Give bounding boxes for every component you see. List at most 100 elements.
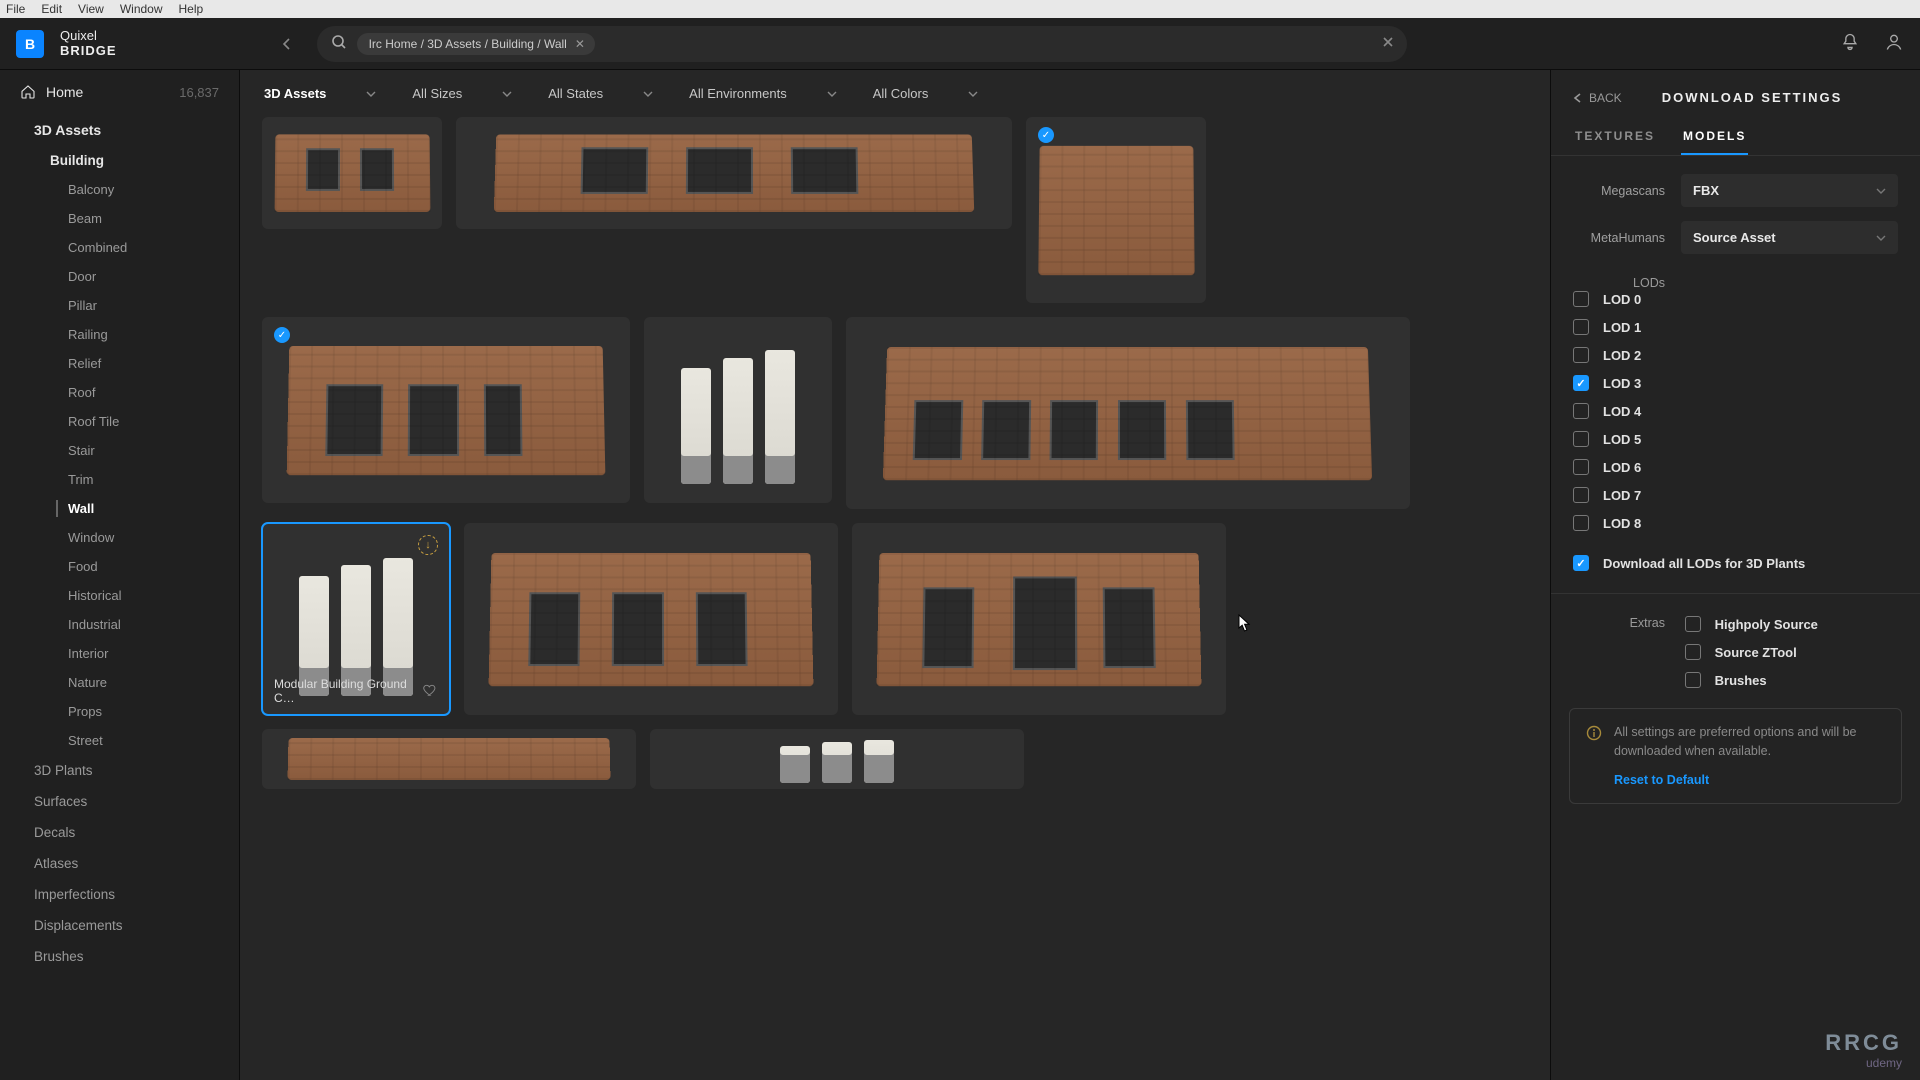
asset-card[interactable] <box>846 317 1410 509</box>
checkbox-icon <box>1685 644 1701 660</box>
lod-checkbox-lod3[interactable]: ✓LOD 3 <box>1573 375 1805 391</box>
lod-checkbox-lod7[interactable]: LOD 7 <box>1573 487 1805 503</box>
tree-item-interior[interactable]: Interior <box>0 639 239 668</box>
extra-checkbox-brushes[interactable]: Brushes <box>1685 672 1818 688</box>
lod-checkbox-lod1[interactable]: LOD 1 <box>1573 319 1805 335</box>
filter-0[interactable]: 3D Assets <box>260 80 380 107</box>
app-logo-icon: B <box>16 30 44 58</box>
tree-root-atlases[interactable]: Atlases <box>0 848 239 879</box>
chip-remove-icon[interactable]: ✕ <box>575 37 585 51</box>
tree-3d-assets[interactable]: 3D Assets <box>0 114 239 146</box>
lod-label: LOD 1 <box>1603 320 1641 335</box>
asset-card[interactable] <box>650 729 1024 789</box>
filter-2[interactable]: All States <box>544 80 657 107</box>
tree-item-nature[interactable]: Nature <box>0 668 239 697</box>
tree-root-3d-plants[interactable]: 3D Plants <box>0 755 239 786</box>
tree-item-trim[interactable]: Trim <box>0 465 239 494</box>
metahumans-label: MetaHumans <box>1573 231 1665 245</box>
tree-root-brushes[interactable]: Brushes <box>0 941 239 972</box>
lod-checkbox-lod4[interactable]: LOD 4 <box>1573 403 1805 419</box>
tree-item-historical[interactable]: Historical <box>0 581 239 610</box>
extra-checkbox-highpoly-source[interactable]: Highpoly Source <box>1685 616 1818 632</box>
tree-item-railing[interactable]: Railing <box>0 320 239 349</box>
tree-item-roof-tile[interactable]: Roof Tile <box>0 407 239 436</box>
tree-item-beam[interactable]: Beam <box>0 204 239 233</box>
extra-checkbox-source-ztool[interactable]: Source ZTool <box>1685 644 1818 660</box>
sidebar-home[interactable]: Home 16,837 <box>0 70 239 114</box>
category-tree: 3D Assets Building BalconyBeamCombinedDo… <box>0 114 239 992</box>
asset-card[interactable] <box>456 117 1012 229</box>
menu-edit[interactable]: Edit <box>41 2 62 16</box>
reset-default-link[interactable]: Reset to Default <box>1614 771 1885 790</box>
tree-item-door[interactable]: Door <box>0 262 239 291</box>
menu-file[interactable]: File <box>6 2 25 16</box>
breadcrumb-chip-label: Irc Home / 3D Assets / Building / Wall <box>369 37 567 51</box>
asset-card[interactable]: ✓ <box>1026 117 1206 303</box>
notifications-button[interactable] <box>1840 32 1860 55</box>
tree-item-combined[interactable]: Combined <box>0 233 239 262</box>
menu-view[interactable]: View <box>78 2 104 16</box>
menu-window[interactable]: Window <box>120 2 163 16</box>
asset-card[interactable] <box>262 117 442 229</box>
chevron-down-icon <box>968 89 978 99</box>
tab-textures[interactable]: TEXTURES <box>1573 121 1657 155</box>
checkbox-icon: ✓ <box>1573 555 1589 571</box>
asset-card[interactable] <box>262 729 636 789</box>
tree-item-food[interactable]: Food <box>0 552 239 581</box>
search-bar[interactable]: Irc Home / 3D Assets / Building / Wall ✕ <box>317 26 1407 62</box>
lod-label: LOD 8 <box>1603 516 1641 531</box>
asset-card[interactable] <box>644 317 832 503</box>
asset-card-label: Modular Building Ground C… <box>274 677 422 705</box>
chevron-down-icon <box>827 89 837 99</box>
tree-root-surfaces[interactable]: Surfaces <box>0 786 239 817</box>
back-button[interactable]: BACK <box>1573 91 1622 105</box>
tree-item-relief[interactable]: Relief <box>0 349 239 378</box>
menu-help[interactable]: Help <box>179 2 204 16</box>
checkbox-icon <box>1573 403 1589 419</box>
tree-item-street[interactable]: Street <box>0 726 239 755</box>
filter-4[interactable]: All Colors <box>869 80 983 107</box>
user-icon <box>1884 32 1904 52</box>
tree-item-balcony[interactable]: Balcony <box>0 175 239 204</box>
lod-checkbox-lod0[interactable]: LOD 0 <box>1573 291 1805 307</box>
asset-card[interactable] <box>464 523 838 715</box>
download-all-lods-checkbox[interactable]: ✓Download all LODs for 3D Plants <box>1573 555 1805 571</box>
account-button[interactable] <box>1884 32 1904 55</box>
tree-item-stair[interactable]: Stair <box>0 436 239 465</box>
tree-item-pillar[interactable]: Pillar <box>0 291 239 320</box>
asset-grid[interactable]: ✓ ✓ ↓ Modular Building Ground C… <box>240 117 1550 1080</box>
filter-3[interactable]: All Environments <box>685 80 841 107</box>
clear-search-button[interactable] <box>1377 31 1399 56</box>
collapse-sidebar-button[interactable] <box>273 30 301 58</box>
extra-label: Source ZTool <box>1715 645 1797 660</box>
checkbox-icon <box>1573 515 1589 531</box>
asset-card[interactable]: ✓ <box>262 317 630 503</box>
lod-checkbox-lod2[interactable]: LOD 2 <box>1573 347 1805 363</box>
tree-root-decals[interactable]: Decals <box>0 817 239 848</box>
tree-item-window[interactable]: Window <box>0 523 239 552</box>
tree-building[interactable]: Building <box>0 146 239 175</box>
chevron-down-icon <box>643 89 653 99</box>
tree-item-props[interactable]: Props <box>0 697 239 726</box>
tree-root-displacements[interactable]: Displacements <box>0 910 239 941</box>
owned-badge-icon: ✓ <box>1038 127 1054 143</box>
lod-checkbox-lod8[interactable]: LOD 8 <box>1573 515 1805 531</box>
tree-item-wall[interactable]: Wall <box>0 494 239 523</box>
asset-card[interactable] <box>852 523 1226 715</box>
filter-1[interactable]: All Sizes <box>408 80 516 107</box>
tab-models[interactable]: MODELS <box>1681 121 1748 155</box>
chevron-down-icon <box>1876 233 1886 243</box>
metahumans-select[interactable]: Source Asset <box>1681 221 1898 254</box>
tree-item-industrial[interactable]: Industrial <box>0 610 239 639</box>
tree-item-roof[interactable]: Roof <box>0 378 239 407</box>
filter-bar: 3D Assets All Sizes All States All Environm… <box>240 70 1550 117</box>
lod-checkbox-lod5[interactable]: LOD 5 <box>1573 431 1805 447</box>
favorite-button[interactable] <box>422 682 438 701</box>
tree-root-imperfections[interactable]: Imperfections <box>0 879 239 910</box>
lod-checkbox-lod6[interactable]: LOD 6 <box>1573 459 1805 475</box>
asset-card[interactable]: ↓ Modular Building Ground C… <box>262 523 450 715</box>
breadcrumb-chip[interactable]: Irc Home / 3D Assets / Building / Wall ✕ <box>357 33 595 55</box>
megascans-select[interactable]: FBX <box>1681 174 1898 207</box>
download-badge-icon[interactable]: ↓ <box>418 535 438 555</box>
checkbox-icon <box>1573 459 1589 475</box>
